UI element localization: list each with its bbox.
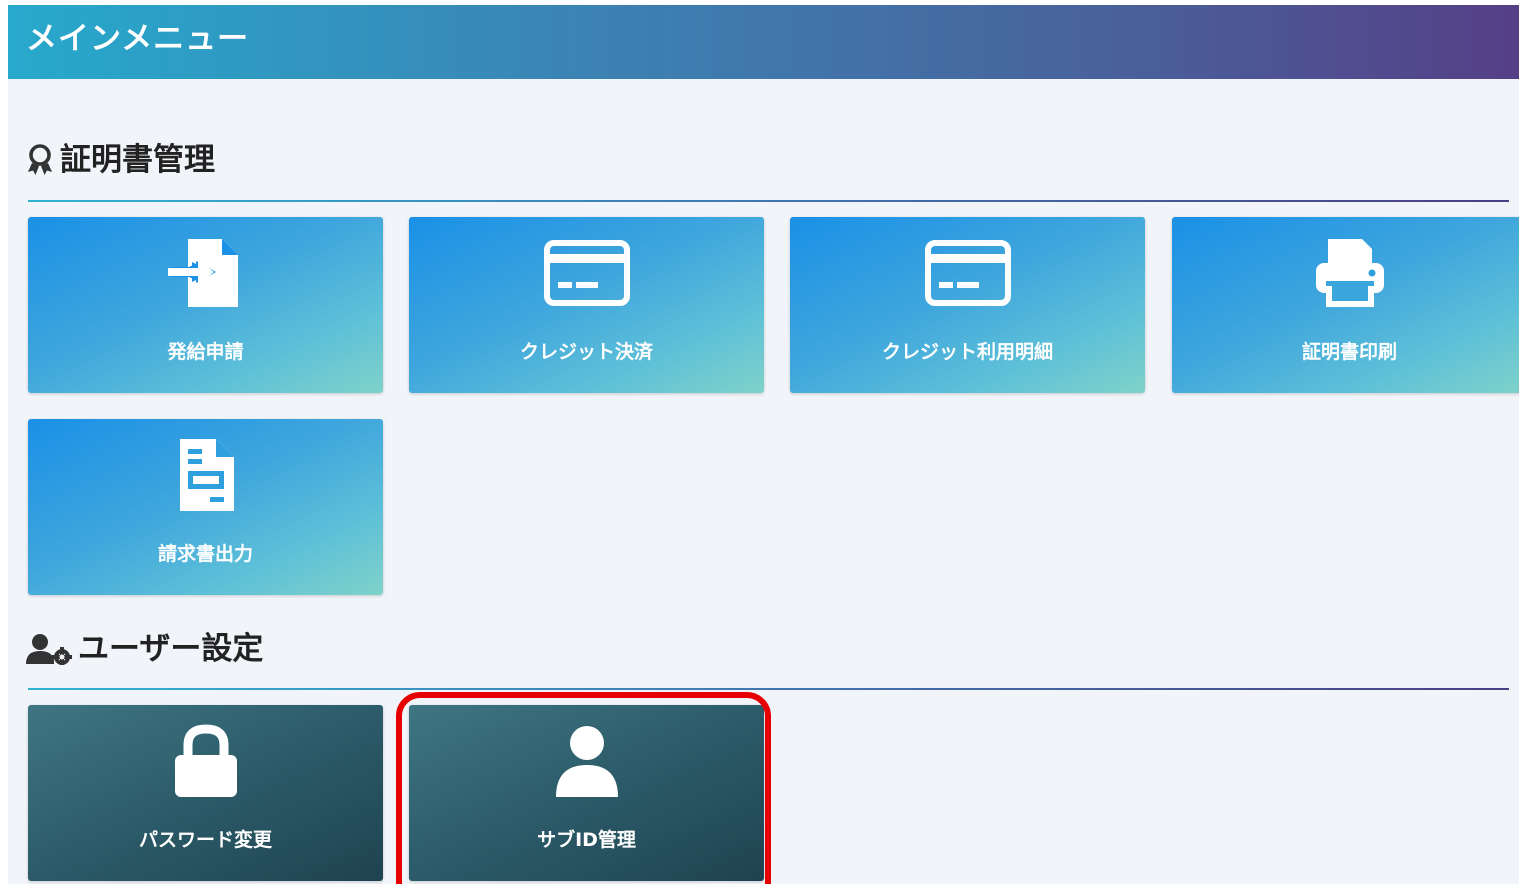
tile-certificate-print[interactable]: 証明書印刷 [1172, 217, 1519, 393]
invoice-icon [28, 435, 383, 515]
page-header: メインメニュー [8, 5, 1519, 79]
tile-issuance-application[interactable]: 発給申請 [28, 217, 383, 393]
page-title: メインメニュー [26, 21, 250, 57]
tile-credit-usage-statement[interactable]: クレジット利用明細 [790, 217, 1145, 393]
tile-label: 発給申請 [167, 341, 244, 363]
user-gear-icon [26, 633, 72, 667]
tile-label: 証明書印刷 [1301, 341, 1397, 363]
tile-label: クレジット利用明細 [881, 341, 1053, 363]
printer-icon [1172, 233, 1519, 313]
lock-icon [28, 721, 383, 801]
main-menu-page: メインメニュー 証明書管理 発給申請 クレジット決済 クレジット利用明細 証明書… [8, 5, 1519, 884]
tile-credit-payment[interactable]: クレジット決済 [409, 217, 764, 393]
section-title-user-settings: ユーザー設定 [26, 629, 263, 669]
tile-label: クレジット決済 [519, 341, 653, 363]
section-divider [28, 688, 1509, 690]
file-import-icon [28, 233, 383, 313]
credit-card-icon [790, 233, 1145, 313]
tile-sub-id-management[interactable]: サブID管理 [409, 705, 764, 881]
section-divider [28, 200, 1509, 202]
tile-password-change[interactable]: パスワード変更 [28, 705, 383, 881]
section-title-certificate-management: 証明書管理 [26, 140, 215, 180]
credit-card-icon [409, 233, 764, 313]
section-title-label: 証明書管理 [60, 142, 215, 178]
tile-invoice-output[interactable]: 請求書出力 [28, 419, 383, 595]
section-title-label: ユーザー設定 [78, 631, 264, 667]
user-icon [409, 721, 764, 801]
tile-label: パスワード変更 [138, 829, 272, 851]
tile-label: 請求書出力 [157, 543, 253, 565]
award-icon [26, 144, 54, 176]
tile-label: サブID管理 [537, 829, 636, 851]
